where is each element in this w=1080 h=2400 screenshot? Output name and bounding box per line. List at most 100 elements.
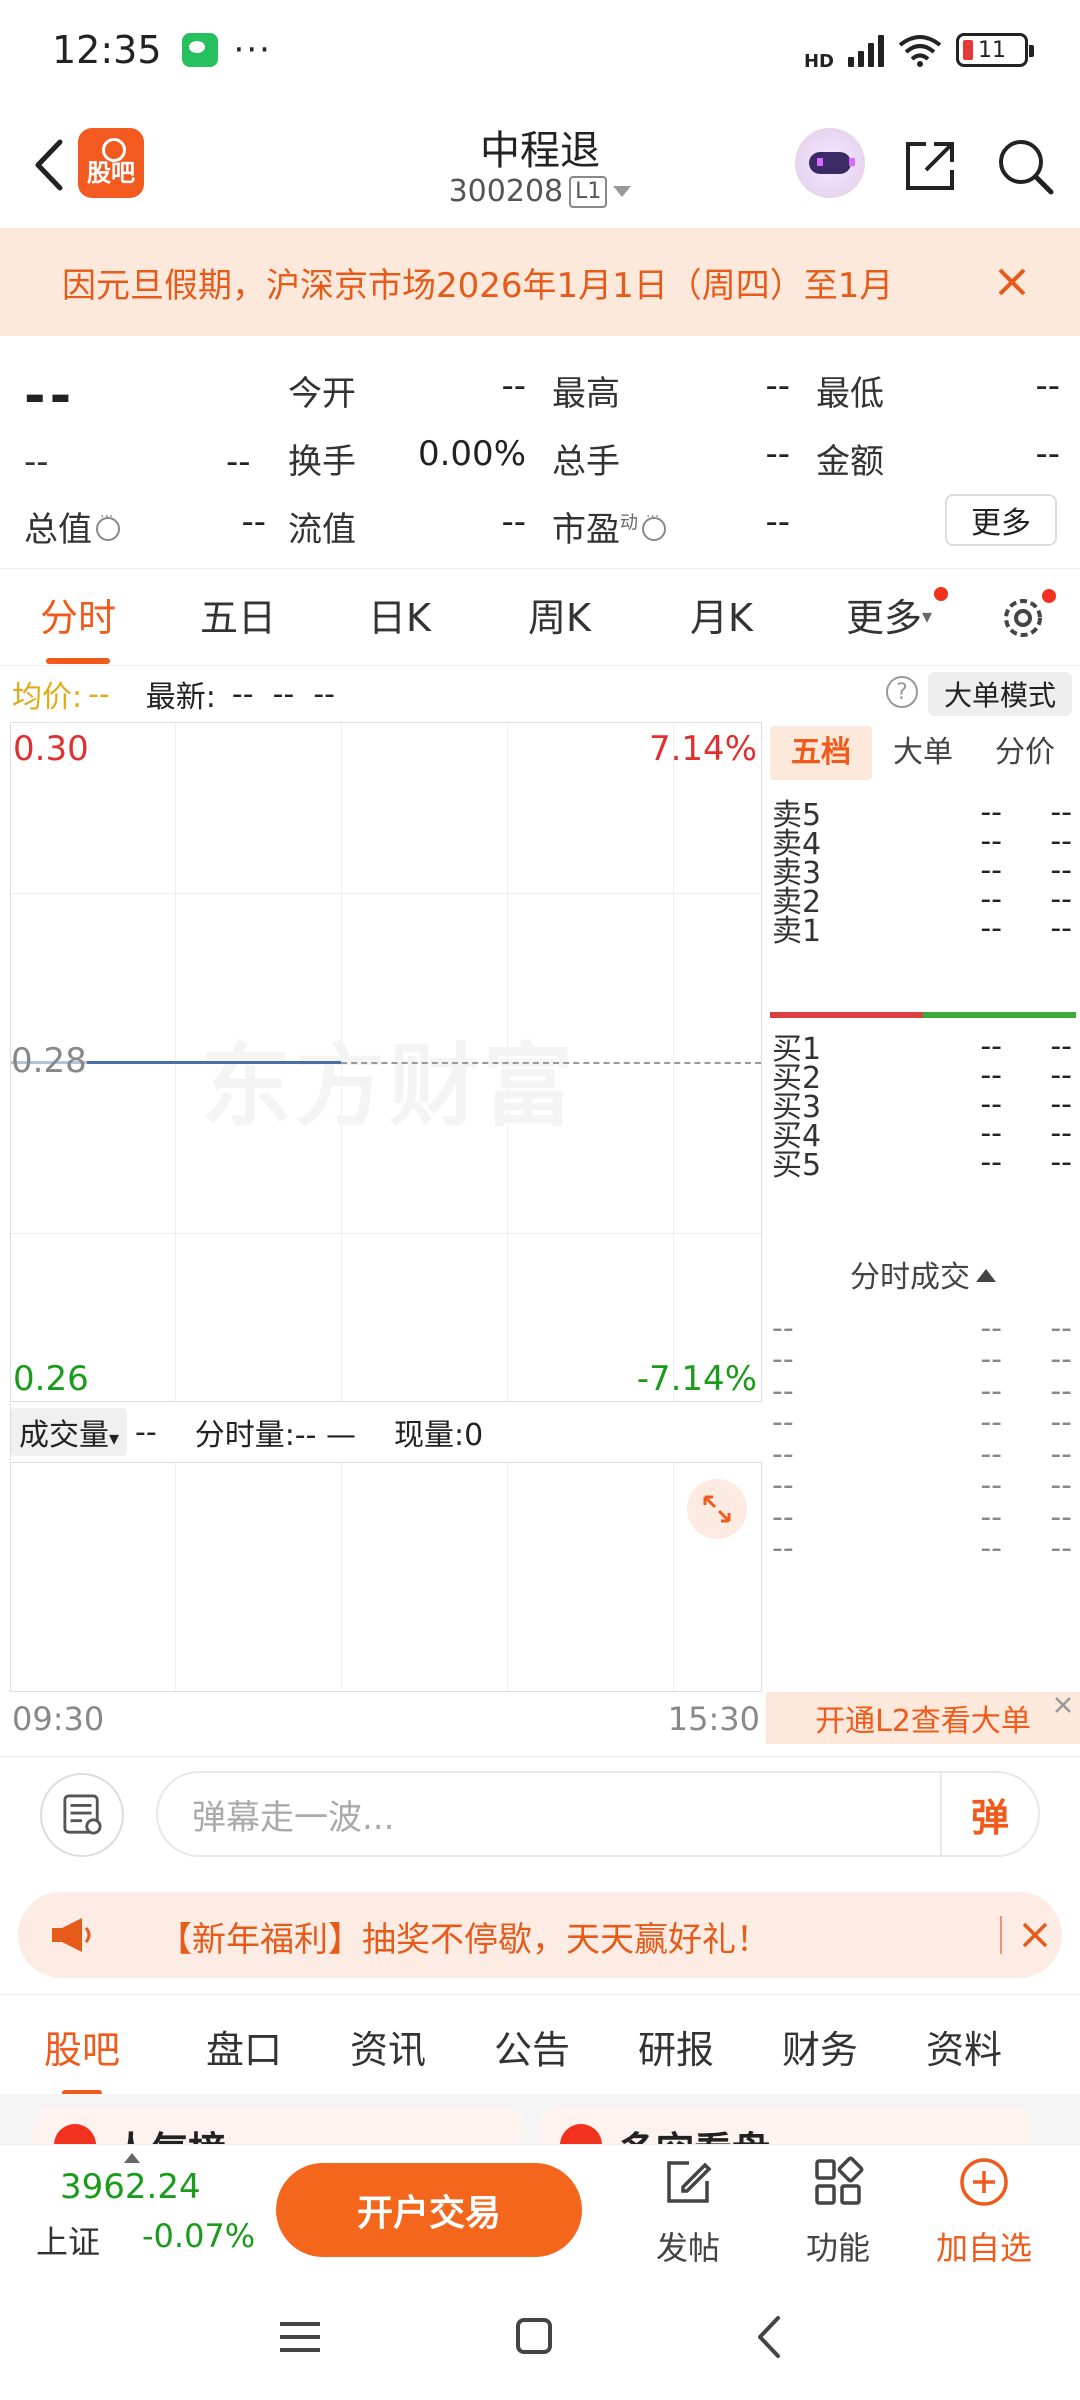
minute-volume: 分时量:-- — [194,1418,356,1453]
caret-down-icon [613,186,632,197]
search-icon[interactable] [995,136,1055,196]
trades-title[interactable]: 分时成交 [766,1252,1080,1296]
post-button[interactable]: 发帖 [628,2155,748,2269]
home-icon[interactable] [504,2312,564,2362]
close-icon[interactable] [1050,1692,1076,1718]
l2-upgrade-banner[interactable]: 开通L2查看大单 [766,1692,1080,1744]
plus-circle-icon [960,2158,1008,2206]
avg-price-label: 均价: [12,680,83,715]
big-order-mode-button[interactable]: 大单模式 [928,672,1072,716]
bottom-action-bar: 3962.24 上证 -0.07% 开户交易 发帖 功能 加自选 [0,2144,1080,2272]
order-book-panel: 五档 大单 分价 分时成交 卖5 -- -- 卖4 -- -- 卖3 -- -- 卖2 -- -- 卖1… [766,722,1080,1692]
bid-row-label: 买5 [772,1148,822,1183]
ask-row-volume: -- [1050,910,1072,946]
open-value: -- [501,366,526,406]
danmaku-settings-icon[interactable] [40,1773,124,1857]
ask-row: 卖1 -- -- [772,906,1076,950]
tab-more[interactable]: 更多▾ [846,587,932,642]
tab-research[interactable]: 研报 [638,2019,714,2074]
hd-label: HD [803,50,834,72]
info-icon[interactable] [642,509,666,541]
close-icon[interactable] [1018,1918,1052,1952]
wifi-icon [898,35,942,67]
close-icon[interactable] [992,262,1032,302]
tab-big-orders[interactable]: 大单 [872,726,974,780]
ask-row-price: -- [980,910,1002,946]
edit-icon [667,2161,712,2203]
intraday-chart[interactable]: 东方财富 0.30 7.14% 0.28 0.26 -7.14% [10,722,762,1402]
more-notifications-icon: ··· [233,30,272,70]
market-cap-value: -- [241,502,266,542]
notification-dot [934,587,948,601]
feature-cards: 人气榜 多空看盘 [0,2094,1080,2144]
bid-row-volume: -- [1050,1144,1072,1180]
gear-icon[interactable] [998,593,1048,643]
tab-five-day[interactable]: 五日 [200,587,276,642]
tab-profile[interactable]: 资料 [926,2019,1002,2074]
y-axis-mid: 0.28 [11,1041,87,1081]
holiday-notice-banner[interactable]: 因元旦假期，沪深京市场2026年1月1日（周四）至1月 [0,228,1080,336]
add-watchlist-button[interactable]: 加自选 [924,2155,1044,2269]
promo-banner[interactable]: 【新年福利】抽奖不停歇，天天赢好礼！ [18,1892,1062,1978]
amount-value: -- [1035,434,1060,474]
badge-icon [560,2124,602,2144]
index-name: 上证 [36,2223,101,2261]
ask-row-label: 卖1 [772,914,822,949]
turnover-value: 0.00% [417,434,526,474]
grid-icon [815,2156,864,2205]
latest-values: -- -- -- [231,676,335,712]
back-icon[interactable] [740,2312,800,2362]
tab-daily-k[interactable]: 日K [368,587,431,642]
danmaku-toggle-button[interactable]: 弹 [940,1773,1038,1855]
tab-five-levels[interactable]: 五档 [770,726,872,780]
tab-news[interactable]: 资讯 [350,2019,426,2074]
indicator-select[interactable]: 成交量▾ [11,1408,128,1456]
tab-announcements[interactable]: 公告 [494,2019,570,2074]
volume-value: -- [765,434,790,474]
tab-guba[interactable]: 股吧 [44,2019,120,2096]
open-account-trade-button[interactable]: 开户交易 [276,2163,582,2257]
watermark: 东方财富 [201,1034,577,1139]
card-long-short[interactable]: 多空看盘 [540,2108,1030,2144]
trade-row-label: -- [772,1531,794,1566]
volume-chart[interactable] [10,1462,762,1692]
info-icon[interactable] [96,509,120,541]
post-label: 发帖 [655,2229,720,2267]
tab-handicap[interactable]: 盘口 [206,2019,282,2074]
share-icon[interactable] [900,136,960,196]
tab-price-dist[interactable]: 分价 [974,726,1076,780]
help-icon[interactable]: ? [886,676,918,708]
time-start: 09:30 [12,1700,105,1738]
functions-button[interactable]: 功能 [778,2155,898,2269]
danmaku-row: 弹幕走一波... 弹 [0,1756,1080,1866]
card-title: 人气榜 [112,2120,226,2144]
pe-dynamic-sup: 动 [620,512,638,534]
danmaku-input[interactable]: 弹幕走一波... 弹 [156,1771,1040,1857]
stock-code: 300208 [448,174,564,209]
price-change: -- [24,442,49,482]
pe-value: -- [765,502,790,542]
expand-icon[interactable] [687,1479,747,1539]
current-volume: 现量:0 [394,1418,484,1453]
ai-assistant-icon[interactable] [795,128,865,198]
index-value[interactable]: 3962.24 [60,2167,201,2207]
indicator-value: -- [135,1414,157,1450]
functions-label: 功能 [805,2229,870,2267]
l2-banner-text: 开通L2查看大单 [815,1704,1031,1739]
bid-ask-ratio-bar [770,1012,1076,1018]
card-popularity[interactable]: 人气榜 [34,2108,524,2144]
menu-icon[interactable] [270,2312,330,2362]
low-value: -- [1035,366,1060,406]
tab-monthly-k[interactable]: 月K [690,587,753,642]
tab-weekly-k[interactable]: 周K [528,587,591,642]
tab-more-label: 更多 [846,596,923,640]
tab-finance[interactable]: 财务 [782,2019,858,2074]
price-change-pct: -- [226,442,251,482]
more-button[interactable]: 更多 [945,494,1057,546]
avg-price-value: -- [88,676,110,712]
expand-up-icon[interactable] [124,2153,140,2163]
tab-intraday[interactable]: 分时 [40,587,116,664]
order-book-tabs: 五档 大单 分价 [770,726,1076,780]
volume-info-row: 成交量▾ -- 分时量:-- — 现量:0 [10,1404,762,1460]
card-title: 多空看盘 [618,2120,770,2144]
